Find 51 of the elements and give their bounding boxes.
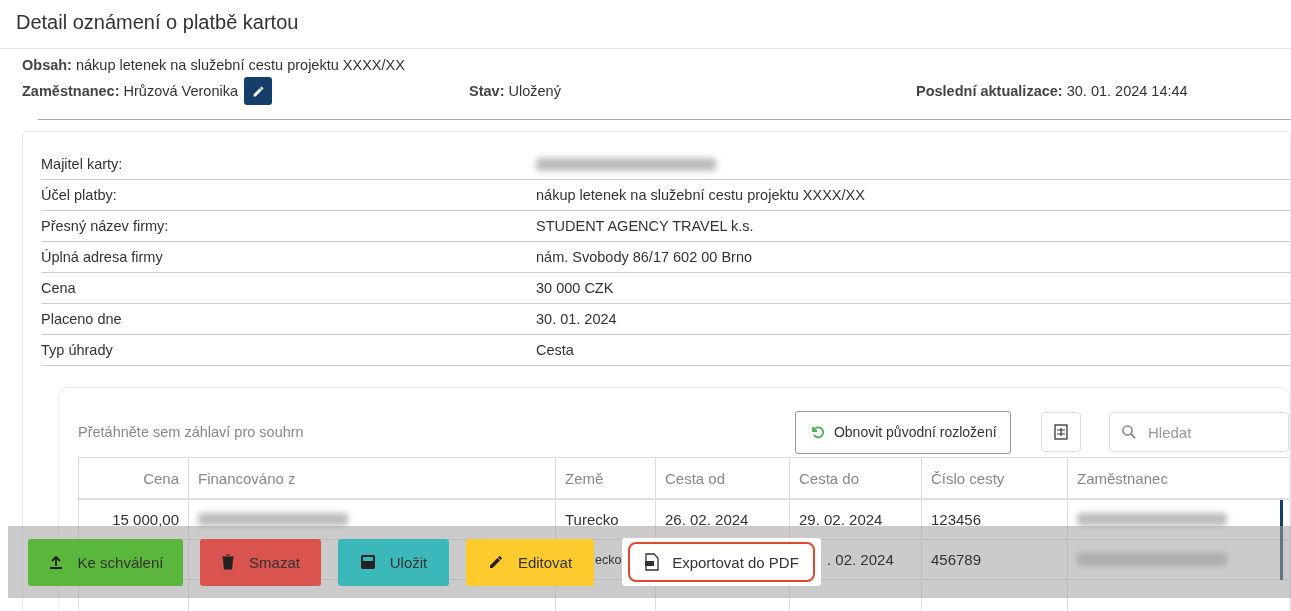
table-cell: Turecko (565, 511, 619, 528)
info-text: Poslední aktualizace: 30. 01. 2024 14:44 (916, 83, 1188, 99)
field-label: Přesný název firmy: (41, 218, 170, 234)
summary-text: Obsah: nákup letenek na služební cestu projektu XXXX/XX (22, 57, 406, 73)
reset-layout-button[interactable]: Obnovit původní rozložení (795, 410, 1012, 454)
field-label: Úplná adresa firmy (41, 249, 164, 265)
save-icon (359, 554, 376, 570)
spreadsheet-export-button[interactable] (1041, 412, 1081, 452)
field-value: STUDENT AGENCY TRAVEL k.s. (536, 218, 755, 234)
column-header[interactable]: Číslo cesty (922, 458, 1068, 498)
table-cell: 123456 (931, 511, 982, 528)
pencil-icon (487, 554, 504, 570)
upload-icon (47, 554, 64, 570)
upload-button[interactable]: Ke schválení (28, 538, 183, 586)
column-header[interactable]: Financováno z (189, 458, 556, 498)
field-label: Účel platby: (41, 187, 118, 203)
table-cell: 15 000,00 (112, 511, 179, 528)
column-header[interactable]: Země (556, 458, 656, 498)
field-label: Cena (41, 280, 77, 296)
pencil-icon (251, 84, 265, 98)
field-label: Typ úhrady (41, 342, 114, 358)
column-header[interactable]: Zaměstnanec (1068, 458, 1291, 498)
search-field[interactable]: Hledat (1109, 412, 1289, 452)
save-button[interactable]: Uložit (338, 538, 449, 586)
table-cell: 26. 02. 2024 (665, 511, 749, 528)
edit-button[interactable]: Editovat (466, 538, 594, 586)
table-cell: 456789 (931, 551, 982, 568)
export-pdf-button[interactable]: Exportovat do PDF (628, 542, 815, 582)
document-icon (644, 553, 661, 571)
info-text: Stav: Uložený (469, 83, 561, 99)
table-cell: 29. 02. 2024 (799, 511, 883, 528)
column-header[interactable]: Cesta od (656, 458, 790, 498)
trash-icon (221, 554, 236, 570)
spreadsheet-icon (1052, 423, 1071, 441)
column-header[interactable]: Cena (79, 458, 189, 498)
edit-employee-button[interactable] (244, 77, 272, 105)
field-label: Placeno dne (41, 311, 123, 327)
table-cell: ecko (595, 552, 622, 567)
page-title: Detail oznámení o platbě kartou (0, 0, 1291, 49)
field-value: nám. Svobody 86/17 602 00 Brno (536, 249, 754, 265)
table-cell: . 02. 2024 (827, 551, 894, 568)
delete-button[interactable]: Smazat (200, 538, 321, 586)
field-label: Majitel karty: (41, 156, 124, 172)
group-hint: Přetáhněte sem záhlaví pro souhrn (78, 424, 305, 440)
field-value: nákup letenek na služební cestu projektu XXXX/XX (536, 187, 866, 203)
field-value: 30. 01. 2024 (536, 311, 618, 327)
column-header[interactable]: Cesta do (790, 458, 922, 498)
reset-icon (809, 424, 826, 440)
field-value: 30 000 CZK (536, 280, 615, 296)
field-value: Cesta (536, 342, 575, 358)
info-text: Zaměstnanec: Hrůzová Veronika (22, 83, 238, 99)
